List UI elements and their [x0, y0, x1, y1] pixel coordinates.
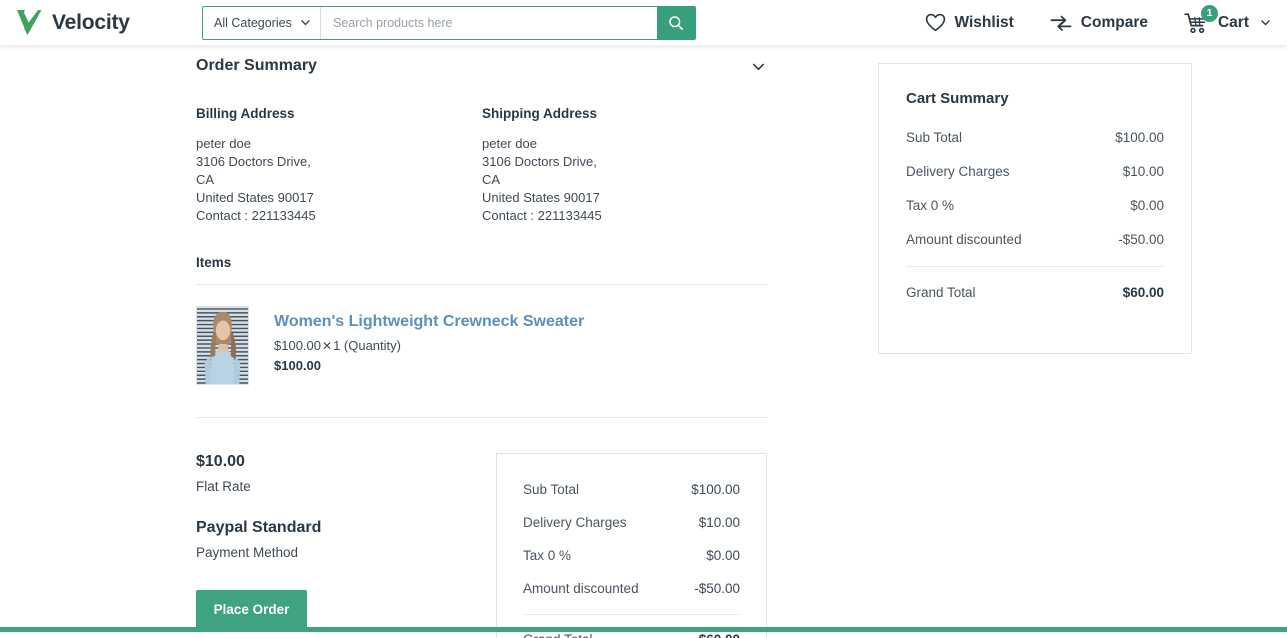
grand-total-value: $60.00 [699, 632, 740, 638]
order-item-row: Women's Lightweight Crewneck Sweater $10… [196, 285, 768, 385]
page-title: Order Summary [196, 57, 317, 74]
chevron-down-icon[interactable] [751, 59, 766, 74]
content-row: Order Summary Billing Address peter doe … [0, 45, 1287, 638]
wishlist-link[interactable]: Wishlist [925, 13, 1014, 32]
grand-total-label: Grand Total [523, 632, 593, 638]
shipping-amount: $10.00 [196, 453, 245, 470]
payment-method-name: Paypal Standard [196, 519, 322, 536]
chevron-down-icon [1258, 17, 1271, 28]
totals-row: Delivery Charges $10.00 [523, 515, 740, 530]
cart-summary-row: Amount discounted -$50.00 [906, 232, 1164, 247]
search-bar: All Categories [202, 5, 696, 40]
product-title-link[interactable]: Women's Lightweight Crewneck Sweater [274, 312, 584, 332]
cart-summary-card: Cart Summary Sub Total $100.00 Delivery … [878, 63, 1192, 354]
site-header: Velocity All Categories Search products … [0, 0, 1287, 45]
search-icon [668, 15, 684, 31]
cart-summary-title: Cart Summary [906, 90, 1009, 107]
payment-method-label: Payment Method [196, 545, 299, 560]
shipping-address-line: United States 90017 [482, 190, 600, 205]
cart-summary-row: Sub Total $100.00 [906, 130, 1164, 145]
lower-row: $10.00 Flat Rate Paypal Standard Payment… [196, 418, 768, 638]
compare-arrows-icon [1050, 14, 1072, 32]
totals-label: Amount discounted [523, 581, 639, 596]
billing-address-title: Billing Address [196, 106, 295, 121]
cart-summary-label: Delivery Charges [906, 164, 1010, 179]
brand-logo-link[interactable]: Velocity [14, 8, 194, 38]
divider [523, 614, 740, 615]
totals-row: Tax 0 % $0.00 [523, 548, 740, 563]
cart-summary-row: Tax 0 % $0.00 [906, 198, 1164, 213]
shipping-address-block: Shipping Address peter doe 3106 Doctors … [482, 106, 768, 225]
compare-link[interactable]: Compare [1050, 14, 1148, 32]
cart-summary-label: Amount discounted [906, 232, 1022, 247]
shipping-address-line: 3106 Doctors Drive, [482, 154, 597, 169]
product-qty-line: $100.00✕1 (Quantity) [274, 338, 584, 353]
cart-summary-sidebar: Cart Summary Sub Total $100.00 Delivery … [878, 45, 1192, 638]
bottom-accent-bar [0, 627, 1287, 632]
totals-value: $10.00 [698, 515, 740, 530]
divider [906, 266, 1164, 267]
brand-name: Velocity [52, 10, 130, 34]
cart-count-badge: 1 [1200, 4, 1218, 22]
grand-total-row: Grand Total $60.00 [523, 632, 740, 638]
compare-label: Compare [1080, 13, 1148, 31]
multiply-icon: ✕ [322, 339, 333, 353]
totals-label: Sub Total [523, 482, 580, 497]
cart-summary-value: -$50.00 [1118, 232, 1164, 247]
totals-value: $0.00 [706, 548, 740, 563]
cart-summary-value: $0.00 [1130, 198, 1164, 213]
product-line-total: $100.00 [274, 358, 321, 373]
header-nav: Wishlist Compare 1 Cart [925, 4, 1272, 34]
totals-row: Amount discounted -$50.00 [523, 581, 740, 596]
cart-grand-total-value: $60.00 [1122, 285, 1164, 300]
cart-grand-total-label: Grand Total [906, 285, 976, 300]
order-item-info: Women's Lightweight Crewneck Sweater $10… [274, 306, 584, 385]
billing-address-line: CA [196, 172, 215, 187]
billing-address-line: Contact : 221133445 [196, 208, 316, 223]
cart-summary-value: $10.00 [1122, 164, 1164, 179]
shipping-address-line: CA [482, 172, 501, 187]
shipping-payment-block: $10.00 Flat Rate Paypal Standard Payment… [196, 453, 496, 638]
chevron-down-icon [300, 17, 311, 28]
product-unit-price: $100.00 [274, 338, 321, 353]
cart-summary-row: Delivery Charges $10.00 [906, 164, 1164, 179]
checkout-page: Order Summary Billing Address peter doe … [0, 45, 1287, 638]
totals-value: $100.00 [691, 482, 740, 497]
billing-address-line: peter doe [196, 136, 251, 151]
totals-value: -$50.00 [694, 581, 740, 596]
cart-summary-label: Sub Total [906, 130, 963, 145]
cart-label: Cart [1217, 13, 1249, 31]
search-button[interactable] [657, 6, 695, 39]
totals-label: Delivery Charges [523, 515, 627, 530]
cart-summary-label: Tax 0 % [906, 198, 955, 213]
addresses-row: Billing Address peter doe 3106 Doctors D… [196, 85, 768, 225]
search-input[interactable] [321, 6, 657, 39]
product-quantity: 1 (Quantity) [333, 338, 401, 353]
billing-address-line: United States 90017 [196, 190, 314, 205]
checkmark-v-logo-icon [14, 8, 44, 38]
place-order-button[interactable]: Place Order [196, 590, 307, 629]
items-label: Items [196, 255, 232, 270]
shipping-address-line: Contact : 221133445 [482, 208, 602, 223]
billing-address-line: 3106 Doctors Drive, [196, 154, 311, 169]
order-summary-header[interactable]: Order Summary [196, 45, 768, 85]
cart-link[interactable]: 1 Cart [1184, 4, 1271, 34]
totals-row: Sub Total $100.00 [523, 482, 740, 497]
shipping-method-label: Flat Rate [196, 479, 251, 494]
shipping-address-line: peter doe [482, 136, 537, 151]
cart-summary-value: $100.00 [1115, 130, 1164, 145]
category-select-label: All Categories [214, 15, 292, 30]
shopping-cart-icon: 1 [1184, 4, 1218, 34]
cart-grand-total-row: Grand Total $60.00 [906, 285, 1164, 300]
shipping-address-title: Shipping Address [482, 106, 598, 121]
heart-icon [925, 13, 946, 32]
order-totals-card: Sub Total $100.00 Delivery Charges $10.0… [496, 453, 767, 638]
billing-address-block: Billing Address peter doe 3106 Doctors D… [196, 106, 482, 225]
wishlist-label: Wishlist [954, 13, 1014, 31]
category-select[interactable]: All Categories [203, 6, 321, 39]
totals-label: Tax 0 % [523, 548, 572, 563]
product-thumbnail-sweater-icon[interactable] [196, 306, 249, 385]
order-summary-panel: Order Summary Billing Address peter doe … [196, 45, 768, 638]
